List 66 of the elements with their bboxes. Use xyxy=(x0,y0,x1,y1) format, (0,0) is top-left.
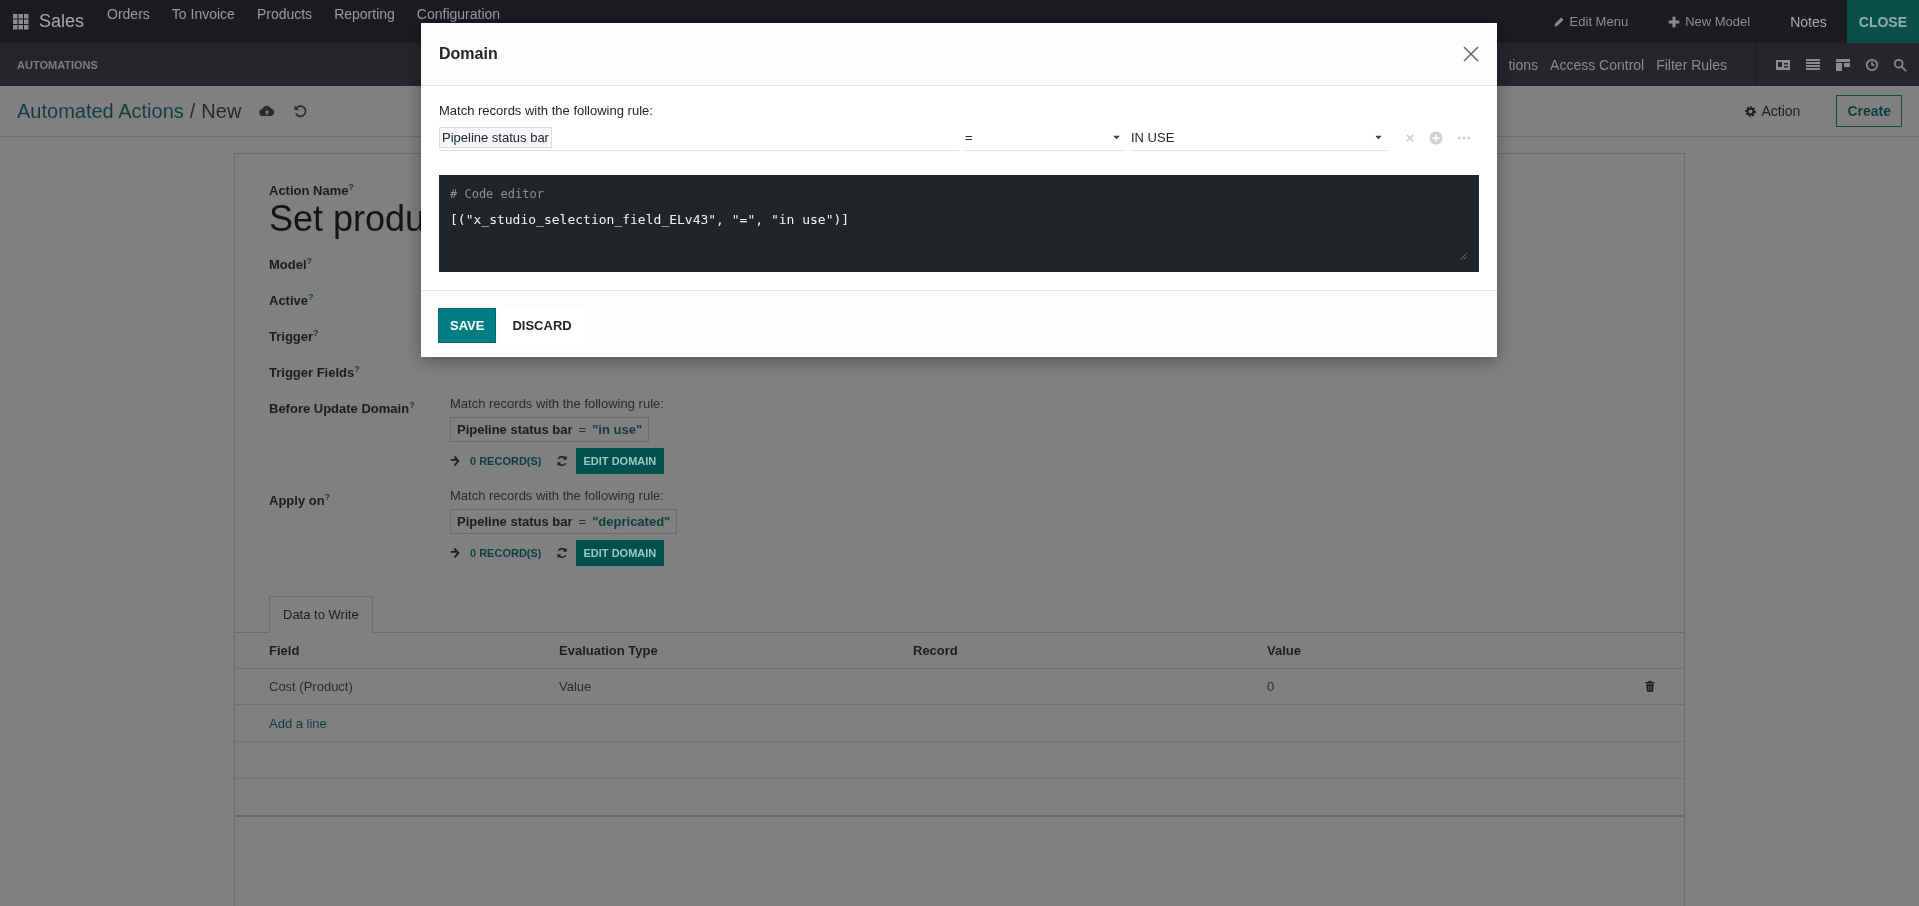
action-menu[interactable]: Action xyxy=(1744,103,1801,119)
rule-intro: Match records with the following rule: xyxy=(450,396,665,412)
field-label: Active$^{?}$ xyxy=(269,291,315,311)
menu-item[interactable]: Reporting xyxy=(323,6,406,22)
module-title: AUTOMATIONS xyxy=(17,58,98,71)
dialog-title: Domain xyxy=(439,45,498,63)
column-header[interactable]: Record xyxy=(913,633,1267,670)
column-header[interactable]: Field xyxy=(235,633,559,670)
add-line-link[interactable]: Add a line xyxy=(269,715,327,731)
arrow-right-icon xyxy=(450,547,462,560)
field-label: Action Name$^{?}$ xyxy=(269,181,354,199)
plus-icon xyxy=(1668,15,1681,28)
kanban-icon[interactable] xyxy=(1835,56,1851,73)
app-name[interactable]: Sales xyxy=(39,11,85,32)
close-icon xyxy=(1463,46,1479,62)
edit-menu-link[interactable]: Edit Menu xyxy=(1532,14,1649,29)
menu-item[interactable]: Orders xyxy=(96,6,161,22)
edit-domain-button[interactable]: EDIT DOMAIN xyxy=(575,540,665,567)
notes-link[interactable]: Notes xyxy=(1770,13,1847,30)
records-link[interactable]: 0 RECORD(S) xyxy=(470,547,542,560)
field-label: Model$^{?}$ xyxy=(269,255,314,275)
field-label: Apply on$^{?}$ xyxy=(269,491,332,511)
refresh-icon[interactable] xyxy=(555,547,568,560)
gear-icon xyxy=(1744,104,1758,118)
value-select[interactable]: IN USE xyxy=(1131,124,1387,151)
column-header[interactable]: Value xyxy=(1267,633,1644,670)
pencil-icon xyxy=(1552,15,1565,28)
save-button[interactable]: SAVE xyxy=(438,308,497,343)
close-button[interactable]: CLOSE xyxy=(1846,0,1919,43)
column-header[interactable]: Evaluation Type xyxy=(559,633,913,670)
create-button[interactable]: Create xyxy=(1836,95,1902,127)
breadcrumb-separator: / xyxy=(189,99,196,123)
cloud-upload-icon[interactable] xyxy=(259,103,276,119)
arrow-right-icon xyxy=(450,455,462,468)
records-link[interactable]: 0 RECORD(S) xyxy=(470,455,542,468)
menu-item[interactable]: To Invoice xyxy=(160,6,246,22)
menu-item[interactable]: Filter Rules xyxy=(1650,56,1733,73)
trash-icon[interactable] xyxy=(1644,680,1656,694)
table-cell: Value xyxy=(559,669,913,706)
edit-domain-button[interactable]: EDIT DOMAIN xyxy=(575,448,665,475)
operator-select[interactable]: = xyxy=(965,124,1125,151)
menu-item[interactable]: tions xyxy=(1502,56,1545,73)
new-model-link[interactable]: New Model xyxy=(1648,14,1771,29)
table-cell: Cost (Product) xyxy=(235,669,559,706)
menu-item[interactable]: Products xyxy=(245,6,324,22)
refresh-icon[interactable] xyxy=(555,455,568,468)
field-label: Trigger$^{?}$ xyxy=(269,327,320,347)
app-grid-icon[interactable] xyxy=(13,13,29,30)
breadcrumb-link[interactable]: Automated Actions xyxy=(17,99,184,123)
tab[interactable]: Data to Write xyxy=(269,596,373,634)
code-editor[interactable]: # Code editor [("x_studio_selection_field_ELv43", "=", "in use")] xyxy=(439,175,1479,272)
field-label: Trigger Fields$^{?}$ xyxy=(269,363,361,383)
undo-icon[interactable] xyxy=(293,103,309,119)
close-button[interactable] xyxy=(1463,46,1479,62)
rule-intro: Match records with the following rule: xyxy=(439,103,654,118)
field-selector[interactable]: Pipeline status bar xyxy=(439,124,959,151)
menu-item[interactable]: Access Control xyxy=(1544,56,1651,73)
menu-item[interactable]: Configuration xyxy=(405,6,512,22)
search-icon[interactable] xyxy=(1893,57,1907,72)
breadcrumb-current: New xyxy=(201,99,242,123)
table-cell: 0 xyxy=(1267,669,1644,706)
field-label: Before Update Domain$^{?}$ xyxy=(269,399,416,419)
rule-intro: Match records with the following rule: xyxy=(450,488,665,504)
resize-handle-icon xyxy=(1459,252,1467,260)
clock-icon[interactable] xyxy=(1865,57,1879,72)
list-icon[interactable] xyxy=(1805,56,1821,73)
